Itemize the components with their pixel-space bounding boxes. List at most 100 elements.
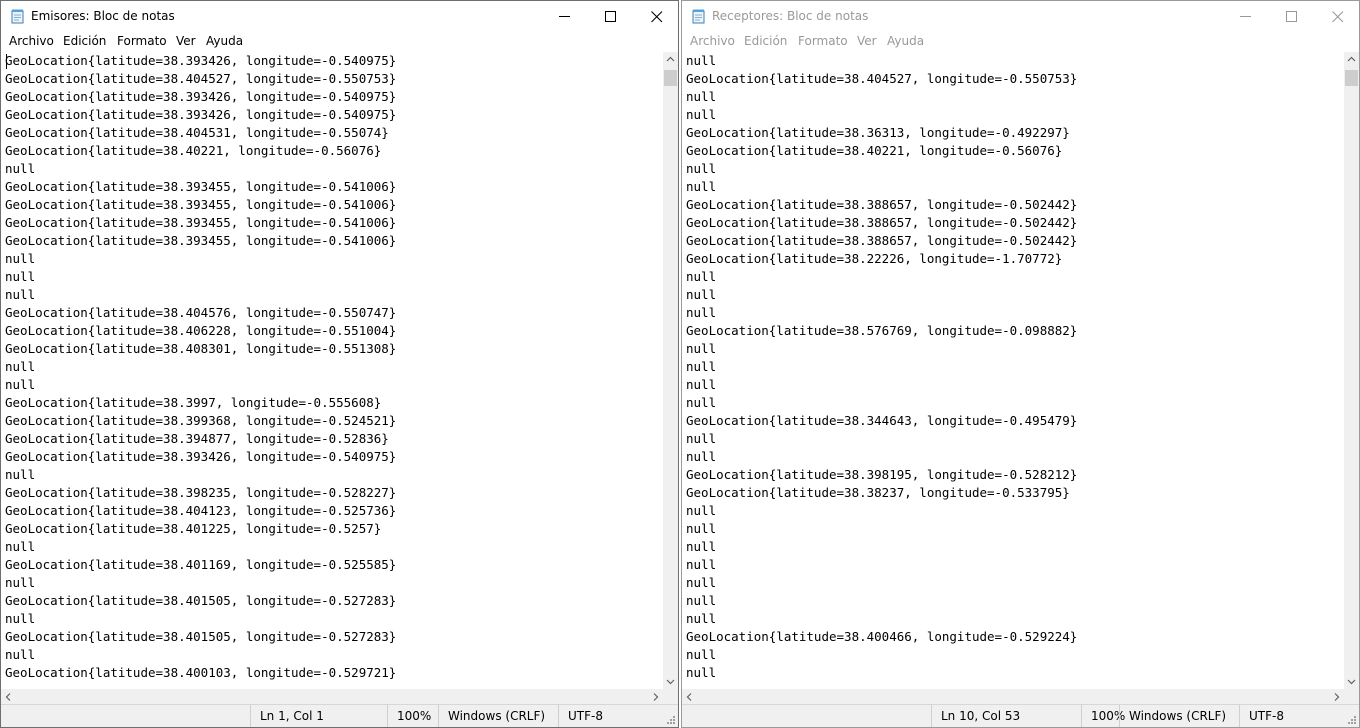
text-line: GeoLocation{latitude=38.400103, longitud…: [5, 665, 397, 680]
text-line: GeoLocation{latitude=38.408301, longitud…: [5, 341, 397, 356]
minimize-button[interactable]: [542, 1, 588, 32]
text-line: GeoLocation{latitude=38.400466, longitud…: [686, 629, 1078, 644]
text-editor[interactable]: GeoLocation{latitude=38.393426, longitud…: [1, 52, 663, 689]
title-bar[interactable]: Receptores: Bloc de notas: [682, 1, 1359, 32]
text-line: GeoLocation{latitude=38.404123, longitud…: [5, 503, 397, 518]
text-line: null: [686, 593, 717, 608]
vertical-scroll-thumb[interactable]: [664, 70, 677, 86]
text-line: GeoLocation{latitude=38.401505, longitud…: [5, 593, 397, 608]
text-line: GeoLocation{latitude=38.399368, longitud…: [5, 413, 397, 428]
text-line: GeoLocation{latitude=38.398235, longitud…: [5, 485, 397, 500]
status-bar: Ln 1, Col 1 100% Windows (CRLF) UTF-8: [1, 704, 678, 727]
vertical-scroll-thumb[interactable]: [1345, 70, 1358, 86]
text-lines: null GeoLocation{latitude=38.404527, long…: [686, 52, 1077, 682]
notepad-window-receptores[interactable]: Receptores: Bloc de notas Archivo Edició…: [681, 0, 1360, 728]
text-line: null: [5, 647, 36, 662]
maximize-button[interactable]: [1269, 1, 1315, 32]
text-line: GeoLocation{latitude=38.40221, longitude…: [5, 143, 382, 158]
status-encoding: UTF-8: [1239, 705, 1284, 727]
text-line: GeoLocation{latitude=38.406228, longitud…: [5, 323, 397, 338]
text-line: null: [686, 53, 717, 68]
text-line: null: [686, 107, 717, 122]
menu-bar: Archivo Edición Formato Ver Ayuda: [1, 32, 678, 52]
menu-formato[interactable]: Formato: [117, 34, 167, 48]
scroll-left-arrow-icon[interactable]: [1, 689, 16, 705]
menu-edicion[interactable]: Edición: [744, 34, 787, 48]
text-line: GeoLocation{latitude=38.393426, longitud…: [5, 449, 397, 464]
status-line-ending: Windows (CRLF): [1119, 705, 1226, 727]
menu-formato[interactable]: Formato: [798, 34, 848, 48]
text-line: null: [686, 359, 717, 374]
text-line: null: [686, 341, 717, 356]
text-line: null: [5, 467, 36, 482]
scrollbar-corner: [663, 689, 678, 705]
text-line: GeoLocation{latitude=38.404531, longitud…: [5, 125, 389, 140]
menu-ayuda[interactable]: Ayuda: [887, 34, 924, 48]
text-line: null: [686, 89, 717, 104]
text-line: null: [686, 575, 717, 590]
text-line: GeoLocation{latitude=38.404527, longitud…: [686, 71, 1078, 86]
text-line: null: [5, 539, 36, 554]
text-line: null: [5, 251, 36, 266]
vertical-scrollbar[interactable]: [663, 52, 678, 689]
text-lines: GeoLocation{latitude=38.393426, longitud…: [5, 52, 396, 682]
text-line: GeoLocation{latitude=38.401505, longitud…: [5, 629, 397, 644]
scroll-up-arrow-icon[interactable]: [663, 52, 678, 67]
scroll-down-arrow-icon[interactable]: [663, 674, 678, 689]
text-line: GeoLocation{latitude=38.40221, longitude…: [686, 143, 1063, 158]
text-line: GeoLocation{latitude=38.38237, longitude…: [686, 485, 1070, 500]
close-button[interactable]: [1315, 1, 1359, 32]
text-line: GeoLocation{latitude=38.393455, longitud…: [5, 215, 397, 230]
text-line: null: [686, 557, 717, 572]
menu-archivo[interactable]: Archivo: [9, 34, 54, 48]
text-editor[interactable]: null GeoLocation{latitude=38.404527, long…: [682, 52, 1344, 689]
text-line: GeoLocation{latitude=38.344643, longitud…: [686, 413, 1078, 428]
close-button[interactable]: [634, 1, 678, 32]
vertical-scrollbar[interactable]: [1344, 52, 1359, 689]
text-line: null: [686, 179, 717, 194]
text-line: null: [5, 287, 36, 302]
text-line: null: [686, 503, 717, 518]
status-encoding: UTF-8: [558, 705, 603, 727]
title-bar[interactable]: Emisores: Bloc de notas: [1, 1, 678, 32]
menu-ver[interactable]: Ver: [176, 34, 196, 48]
scroll-right-arrow-icon[interactable]: [648, 689, 663, 705]
minimize-icon: [1240, 16, 1251, 17]
text-line: GeoLocation{latitude=38.404576, longitud…: [5, 305, 397, 320]
minimize-button[interactable]: [1223, 1, 1269, 32]
status-cursor-position: Ln 10, Col 53: [931, 705, 1020, 727]
horizontal-scrollbar[interactable]: [682, 689, 1344, 705]
resize-grip-icon[interactable]: [1347, 715, 1357, 725]
text-line: GeoLocation{latitude=38.22226, longitude…: [686, 251, 1063, 266]
notepad-window-emisores[interactable]: Emisores: Bloc de notas Archivo Edición …: [0, 0, 679, 728]
text-line: GeoLocation{latitude=38.3997, longitude=…: [5, 395, 382, 410]
resize-grip-icon[interactable]: [666, 715, 676, 725]
text-line: null: [686, 431, 717, 446]
scrollbar-corner: [1344, 689, 1359, 705]
text-line: null: [686, 377, 717, 392]
text-line: null: [686, 449, 717, 464]
horizontal-scrollbar[interactable]: [1, 689, 663, 705]
scroll-left-arrow-icon[interactable]: [682, 689, 697, 705]
minimize-icon: [559, 16, 570, 17]
text-line: null: [686, 395, 717, 410]
menu-archivo[interactable]: Archivo: [690, 34, 735, 48]
text-line: null: [5, 161, 36, 176]
menu-ayuda[interactable]: Ayuda: [206, 34, 243, 48]
scroll-down-arrow-icon[interactable]: [1344, 674, 1359, 689]
maximize-icon: [605, 11, 616, 22]
maximize-button[interactable]: [588, 1, 634, 32]
menu-edicion[interactable]: Edición: [63, 34, 106, 48]
menu-ver[interactable]: Ver: [857, 34, 877, 48]
scroll-right-arrow-icon[interactable]: [1329, 689, 1344, 705]
text-line: GeoLocation{latitude=38.393426, longitud…: [5, 89, 397, 104]
text-caret: [6, 54, 7, 69]
close-icon: [1332, 11, 1344, 23]
text-line: null: [5, 377, 36, 392]
text-line: null: [5, 359, 36, 374]
text-line: null: [686, 647, 717, 662]
window-title: Emisores: Bloc de notas: [31, 9, 175, 23]
notepad-icon: [692, 9, 705, 24]
scroll-up-arrow-icon[interactable]: [1344, 52, 1359, 67]
text-line: GeoLocation{latitude=38.398195, longitud…: [686, 467, 1078, 482]
